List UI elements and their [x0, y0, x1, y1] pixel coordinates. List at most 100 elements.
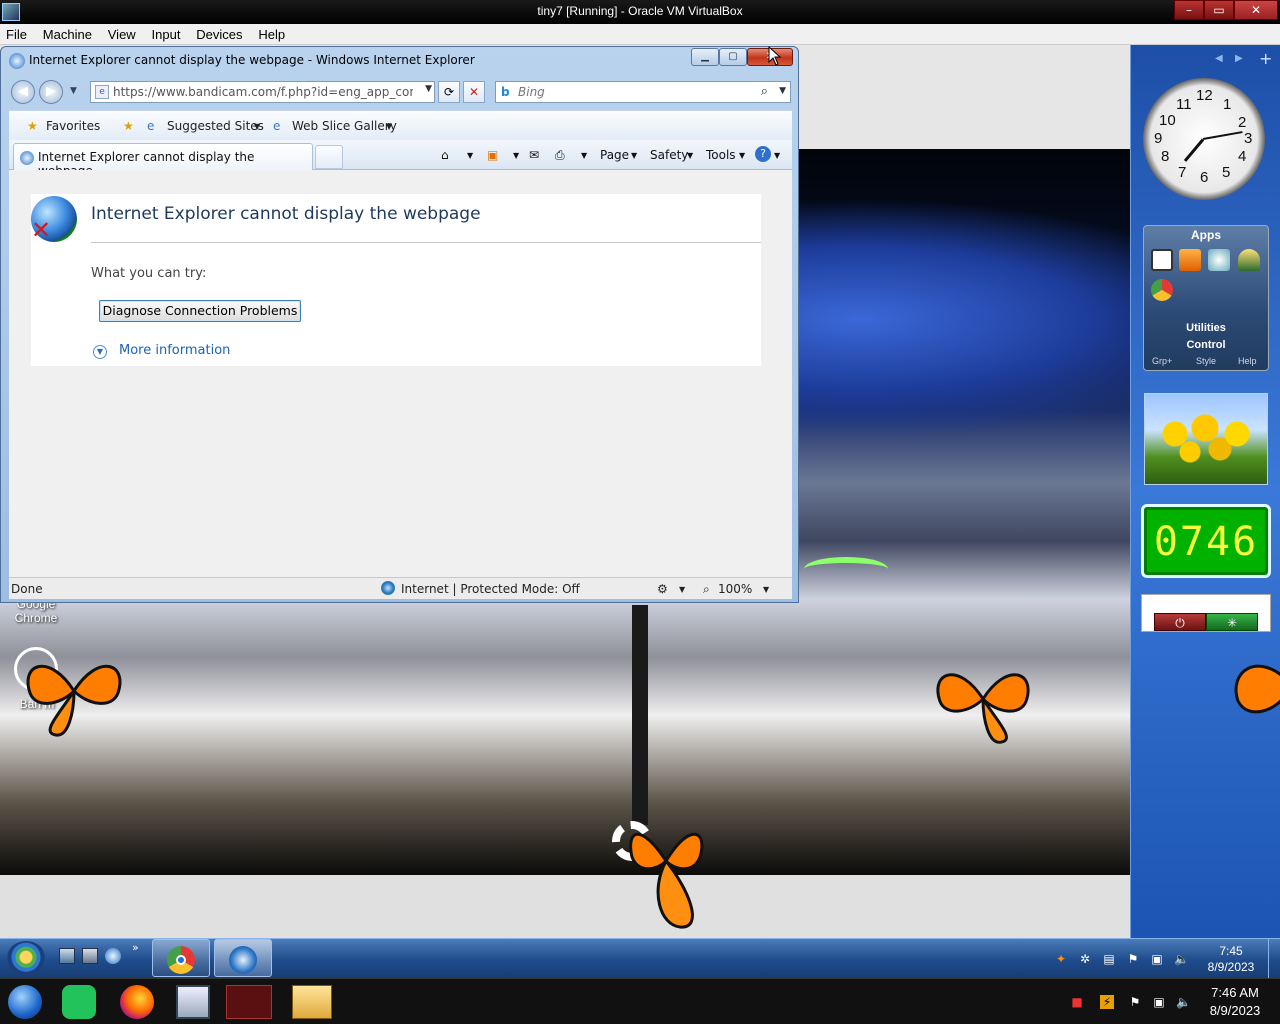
digital-clock-gadget[interactable]: 0746 [1141, 504, 1271, 578]
app-close-icon[interactable] [1151, 249, 1173, 271]
help-icon[interactable]: ? [755, 146, 771, 162]
butterfly-tray-icon[interactable]: ✦ [1054, 952, 1068, 966]
power-button[interactable]: ⏻ [1154, 613, 1206, 631]
more-information-link[interactable]: More information [119, 343, 230, 358]
address-dropdown-icon[interactable]: ▼ [425, 84, 432, 94]
back-button[interactable]: ◀ [11, 80, 35, 104]
chevron-down-icon[interactable]: ▼ [254, 122, 260, 131]
taskbar-chrome[interactable] [152, 939, 210, 977]
chevron-down-icon[interactable]: ▼ [386, 122, 392, 131]
slideshow-gadget[interactable] [1144, 393, 1268, 485]
search-box[interactable]: b ⌕ ▼ [495, 81, 791, 103]
search-dropdown-icon[interactable]: ▼ [779, 86, 786, 96]
tools-menu[interactable]: Tools [706, 148, 736, 162]
sidebar-prev-icon[interactable]: ◀ [1215, 53, 1223, 64]
error-heading: Internet Explorer cannot display the web… [91, 204, 481, 224]
favorites-button[interactable]: Favorites [46, 119, 100, 133]
page-menu[interactable]: Page [600, 148, 629, 162]
taskbar-internet-explorer[interactable] [214, 939, 272, 977]
virtualbox-app-icon[interactable] [176, 985, 210, 1019]
web-slice-gallery-link[interactable]: Web Slice Gallery [292, 119, 397, 133]
host-clock[interactable]: 7:46 AM 8/9/2023 [1200, 984, 1270, 1020]
chevron-down-icon[interactable]: ▼ [679, 585, 685, 594]
sidebar-add-icon[interactable]: + [1259, 49, 1272, 68]
chevron-down-circle-icon[interactable]: ▼ [93, 345, 107, 359]
chrome-icon[interactable] [1151, 279, 1173, 301]
media-player-icon[interactable] [1179, 249, 1201, 271]
chevron-down-icon[interactable]: ▼ [467, 151, 473, 160]
menu-input[interactable]: Input [146, 24, 187, 42]
address-bar[interactable]: e ▼ [90, 81, 435, 103]
bandicam-tray-icon[interactable]: ⚡ [1100, 995, 1114, 1009]
show-desktop-icon[interactable] [59, 948, 75, 964]
document-tray-icon[interactable]: ▤ [1102, 952, 1116, 966]
chevron-down-icon[interactable]: ▼ [763, 585, 769, 594]
ie-window[interactable]: Internet Explorer cannot display the web… [0, 46, 799, 603]
home-icon[interactable]: ⌂ [441, 148, 449, 162]
style-link[interactable]: Style [1196, 356, 1216, 366]
sleep-button[interactable]: ✳ [1206, 613, 1258, 631]
new-tab-button[interactable] [315, 145, 343, 169]
ie-maximize-button[interactable]: ▢ [719, 48, 747, 66]
switch-windows-icon[interactable] [82, 948, 98, 964]
menu-file[interactable]: File [0, 24, 33, 42]
search-input[interactable] [518, 85, 748, 99]
grp-plus-link[interactable]: Grp+ [1152, 356, 1172, 366]
menu-devices[interactable]: Devices [190, 24, 248, 42]
protected-mode-icon[interactable]: ⚙ [657, 582, 668, 596]
action-center-flag-icon[interactable]: ⚑ [1126, 952, 1140, 966]
host-minimize-button[interactable]: – [1174, 0, 1204, 20]
menu-machine[interactable]: Machine [37, 24, 98, 42]
help-link[interactable]: Help [1238, 356, 1257, 366]
host-maximize-button[interactable]: ▭ [1204, 0, 1234, 20]
network-tray-icon[interactable]: ▣ [1152, 995, 1166, 1009]
flag-tray-icon[interactable]: ⚑ [1128, 995, 1142, 1009]
stop-icon[interactable]: ✕ [463, 81, 485, 103]
menu-help[interactable]: Help [252, 24, 291, 42]
suggested-sites-link[interactable]: Suggested Sites [167, 119, 264, 133]
start-button[interactable] [6, 941, 46, 977]
address-input[interactable] [113, 85, 413, 99]
feeds-icon[interactable]: ▣ [487, 148, 498, 162]
chevron-down-icon[interactable]: ▼ [581, 151, 587, 160]
paint-icon[interactable] [1208, 249, 1230, 271]
search-icon[interactable]: ⌕ [761, 84, 768, 99]
add-favorites-icon[interactable]: ★ [123, 119, 134, 133]
sidebar-next-icon[interactable]: ▶ [1235, 53, 1243, 64]
analog-clock-gadget[interactable]: 12 1 2 3 4 5 6 7 8 9 10 11 [1143, 78, 1265, 200]
host-close-button[interactable]: ✕ [1234, 0, 1278, 20]
start-menu-icon[interactable] [8, 985, 42, 1019]
ie-minimize-button[interactable]: ▁ [691, 48, 719, 66]
guest-clock[interactable]: 7:45 8/9/2023 [1196, 943, 1266, 975]
zoom-level[interactable]: 100% [718, 582, 752, 596]
recycle-tray-icon[interactable]: ✲ [1078, 952, 1092, 966]
quicklaunch-overflow-icon[interactable]: » [132, 941, 139, 954]
network-icon[interactable]: ▣ [1150, 952, 1164, 966]
file-explorer-icon[interactable] [292, 985, 332, 1019]
recording-tray-icon[interactable]: ■ [1070, 995, 1084, 1009]
mail-icon[interactable]: ✉ [529, 148, 539, 162]
apps-gadget[interactable]: Apps Utilities Control Grp+ Style Help [1143, 225, 1269, 371]
show-desktop-button[interactable] [1268, 939, 1280, 979]
internet-explorer-icon[interactable] [105, 948, 121, 964]
firefox-icon[interactable] [120, 985, 154, 1019]
internet-zone-icon [381, 581, 395, 595]
control-label[interactable]: Control [1144, 339, 1268, 351]
trophy-icon[interactable] [1238, 249, 1260, 271]
forward-button[interactable]: ▶ [39, 80, 63, 104]
refresh-icon[interactable]: ⟳ [438, 81, 460, 103]
volume-tray-icon[interactable]: 🔈 [1176, 995, 1191, 1009]
print-icon[interactable]: ⎙ [555, 148, 565, 163]
menu-view[interactable]: View [102, 24, 142, 42]
chevron-down-icon[interactable]: ▼ [774, 151, 780, 160]
utilities-label[interactable]: Utilities [1144, 322, 1268, 334]
volume-icon[interactable]: 🔈 [1174, 952, 1189, 966]
security-zone-text[interactable]: Internet | Protected Mode: Off [401, 582, 580, 596]
recent-pages-dropdown-icon[interactable]: ▼ [70, 86, 77, 96]
tiny7-vm-icon[interactable] [226, 985, 272, 1019]
safety-menu[interactable]: Safety [650, 148, 688, 162]
diagnose-connection-button[interactable]: Diagnose Connection Problems [99, 300, 301, 322]
notes-app-icon[interactable] [62, 985, 96, 1019]
tab-current[interactable]: Internet Explorer cannot display the web… [13, 143, 313, 178]
chevron-down-icon[interactable]: ▼ [513, 151, 519, 160]
